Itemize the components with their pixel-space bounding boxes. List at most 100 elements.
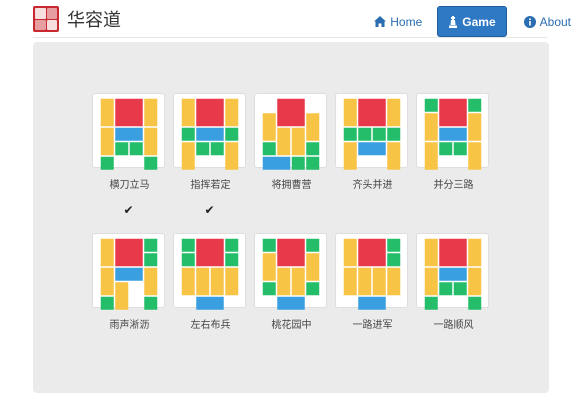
general-block xyxy=(225,142,239,170)
puzzle-board-preview xyxy=(262,98,320,170)
puzzle-name: 并分三路 xyxy=(433,180,474,191)
general-block xyxy=(277,267,291,296)
soldier-block xyxy=(453,282,467,296)
general-block xyxy=(306,113,320,141)
caocao-block xyxy=(358,98,386,127)
soldier-block xyxy=(129,142,143,156)
puzzle-board-preview xyxy=(181,238,239,310)
soldier-block xyxy=(144,156,158,170)
soldier-block xyxy=(387,253,401,267)
general-block xyxy=(343,267,357,296)
soldier-block xyxy=(144,296,158,310)
caocao-block xyxy=(196,98,224,127)
general-block xyxy=(115,282,129,310)
info-icon xyxy=(523,15,536,28)
guanyu-block xyxy=(115,267,143,281)
puzzle-card[interactable]: 桃花园中 xyxy=(254,233,327,331)
soldier-block xyxy=(181,127,195,141)
puzzle-card[interactable]: 齐头并进 xyxy=(335,93,408,191)
puzzle-board-preview xyxy=(343,98,401,170)
soldier-block xyxy=(306,282,320,296)
caocao-block xyxy=(196,238,224,267)
soldier-block xyxy=(100,296,114,310)
soldier-block xyxy=(306,156,320,170)
puzzle-card[interactable]: 雨声淅沥 xyxy=(92,233,165,331)
brand[interactable]: 华容道 xyxy=(33,6,121,32)
guanyu-block xyxy=(277,296,305,310)
puzzle-board-preview xyxy=(262,238,320,310)
puzzle-name: 桃花园中 xyxy=(271,320,312,331)
home-icon xyxy=(374,16,387,27)
caocao-block xyxy=(115,238,143,267)
puzzle-card[interactable]: 一路顺风 xyxy=(416,233,489,331)
main-nav: Home Game About xyxy=(365,6,580,37)
general-block xyxy=(225,267,239,296)
soldier-block xyxy=(453,142,467,156)
puzzle-board-preview xyxy=(100,98,158,170)
puzzle-panel: 横刀立马 ✔ 指挥若定 ✔ 将拥曹营 齐头并进 并分三路 雨声淅沥 左右布兵 桃花园中 一路进军 一路… xyxy=(33,42,549,393)
seal-logo-icon xyxy=(33,6,59,32)
general-block xyxy=(291,267,305,296)
general-block xyxy=(372,267,386,296)
nav-game-label: Game xyxy=(462,14,496,29)
general-block xyxy=(144,98,158,127)
puzzle-board-preview xyxy=(100,238,158,310)
general-block xyxy=(144,267,158,296)
general-block xyxy=(277,127,291,156)
puzzle-name: 指挥若定 xyxy=(190,180,231,191)
general-block xyxy=(358,267,372,296)
puzzle-card[interactable]: 横刀立马 xyxy=(92,93,165,191)
general-block xyxy=(424,238,438,267)
soldier-block xyxy=(262,142,276,156)
soldier-block xyxy=(225,127,239,141)
soldier-block xyxy=(372,127,386,141)
soldier-block xyxy=(115,142,129,156)
guanyu-block xyxy=(358,296,386,310)
general-block xyxy=(387,267,401,296)
soldier-block xyxy=(100,156,114,170)
puzzle-name: 将拥曹营 xyxy=(271,180,312,191)
guanyu-block xyxy=(196,127,224,141)
puzzle-name: 齐头并进 xyxy=(352,180,393,191)
puzzle-card[interactable]: 并分三路 xyxy=(416,93,489,191)
soldier-block xyxy=(343,127,357,141)
caocao-block xyxy=(277,98,305,127)
nav-home-link[interactable]: Home xyxy=(365,7,431,37)
nav-about-link[interactable]: About xyxy=(515,7,580,37)
puzzle-name: 一路顺风 xyxy=(433,320,474,331)
soldier-block xyxy=(387,127,401,141)
puzzle-board-preview xyxy=(181,98,239,170)
guanyu-block xyxy=(262,156,291,170)
soldier-block xyxy=(306,238,320,252)
soldier-block xyxy=(439,282,453,296)
caocao-block xyxy=(439,98,467,127)
puzzle-card[interactable]: 将拥曹营 xyxy=(254,93,327,191)
puzzle-card[interactable]: 一路进军 xyxy=(335,233,408,331)
soldier-block xyxy=(387,238,401,252)
puzzle-card[interactable]: 左右布兵 xyxy=(173,233,246,331)
puzzle-card[interactable]: 指挥若定 xyxy=(173,93,246,191)
general-block xyxy=(262,113,276,141)
caocao-block xyxy=(439,238,467,267)
soldier-block xyxy=(210,142,224,156)
general-block xyxy=(196,267,210,296)
general-block xyxy=(306,253,320,281)
general-block xyxy=(343,98,357,127)
general-block xyxy=(424,142,438,170)
general-block xyxy=(424,113,438,141)
soldier-block xyxy=(358,127,372,141)
soldier-block xyxy=(144,238,158,252)
soldier-block xyxy=(468,296,482,310)
general-block xyxy=(100,127,114,156)
brand-title: 华容道 xyxy=(67,10,121,31)
soldier-block xyxy=(262,282,276,296)
soldier-block xyxy=(306,142,320,156)
caocao-block xyxy=(358,238,386,267)
general-block xyxy=(100,238,114,267)
general-block xyxy=(343,142,357,170)
soldier-block xyxy=(424,98,438,112)
nav-about-label: About xyxy=(539,14,571,29)
puzzle-board-preview xyxy=(424,238,482,310)
nav-game-link[interactable]: Game xyxy=(437,6,507,37)
soldier-block xyxy=(291,156,305,170)
